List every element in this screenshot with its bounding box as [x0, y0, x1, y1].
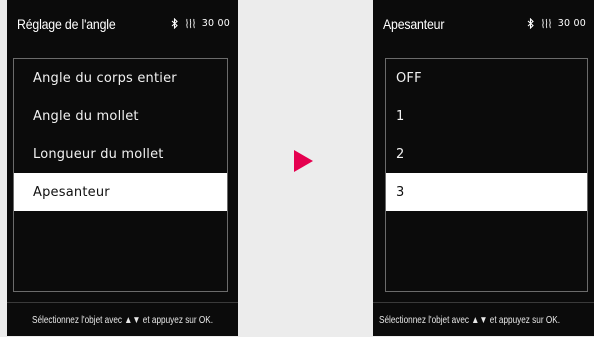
menu-item-angle-mollet[interactable]: Angle du mollet: [14, 97, 227, 135]
status-bar: Apesanteur 30 00: [373, 0, 594, 50]
timer-display: 30 00: [201, 18, 230, 29]
device-screen-right: Apesanteur 30 00 OFF 1 2 3 Sélectionnez …: [373, 0, 594, 336]
screen-title: Apesanteur: [383, 16, 445, 32]
menu-list: Angle du corps entier Angle du mollet Lo…: [13, 58, 228, 292]
bluetooth-icon: [171, 18, 179, 29]
heat-icon: [541, 18, 552, 29]
heat-icon: [185, 18, 196, 29]
status-indicators: 30 00: [171, 18, 230, 29]
menu-item-longueur-mollet[interactable]: Longueur du mollet: [14, 135, 227, 173]
status-indicators: 30 00: [527, 18, 586, 29]
menu-item-level-3[interactable]: 3: [386, 173, 587, 211]
menu-item-level-2[interactable]: 2: [386, 135, 587, 173]
hint-text: Sélectionnez l'objet avec ▲▼ et appuyez …: [32, 315, 213, 326]
menu-item-apesanteur[interactable]: Apesanteur: [14, 173, 227, 211]
menu-item-level-1[interactable]: 1: [386, 97, 587, 135]
timer-display: 30 00: [557, 18, 586, 29]
bluetooth-icon: [527, 18, 535, 29]
arrow-right-icon: [294, 150, 313, 172]
menu-list: OFF 1 2 3: [385, 58, 588, 292]
device-screen-left: Réglage de l'angle 30 00 Angle du corps …: [7, 0, 238, 336]
screen-title: Réglage de l'angle: [17, 16, 116, 32]
hint-text: Sélectionnez l'objet avec ▲▼ et appuyez …: [379, 315, 560, 326]
status-bar: Réglage de l'angle 30 00: [7, 0, 238, 50]
hint-bar: Sélectionnez l'objet avec ▲▼ et appuyez …: [373, 302, 594, 337]
menu-item-off[interactable]: OFF: [386, 59, 587, 97]
hint-bar: Sélectionnez l'objet avec ▲▼ et appuyez …: [7, 302, 238, 337]
menu-item-angle-corps-entier[interactable]: Angle du corps entier: [14, 59, 227, 97]
